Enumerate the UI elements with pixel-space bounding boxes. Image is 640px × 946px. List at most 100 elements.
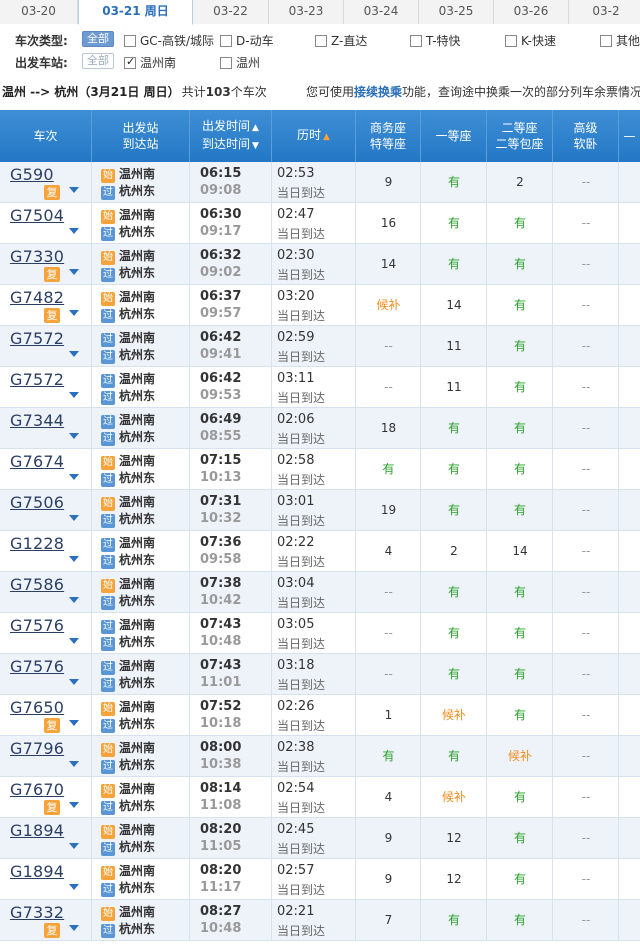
expand-caret-icon[interactable] [69,884,79,890]
type-option-k[interactable]: K-快速 [505,32,556,48]
station-option-wenzhou[interactable]: 温州 [220,54,260,70]
expand-caret-icon[interactable] [69,597,79,603]
first-class-seat: 有 [447,175,460,189]
duration: 02:26 [277,699,315,714]
checkbox[interactable] [124,35,136,47]
tab-date-0320[interactable]: 03-20 [0,0,78,24]
train-number-link[interactable]: G1894 [10,821,64,840]
expand-caret-icon[interactable] [69,843,79,849]
train-number-link[interactable]: G7670 [10,780,64,799]
expand-caret-icon[interactable] [69,351,79,357]
train-number-link[interactable]: G7572 [10,329,64,348]
departure-station: 过温州南 [101,617,161,634]
expand-caret-icon[interactable] [69,761,79,767]
arrival-station: 过杭州东 [101,347,161,364]
train-number-link[interactable]: G7576 [10,616,64,635]
tab-date-0322[interactable]: 03-22 [193,0,269,24]
train-number-link[interactable]: G7330 [10,247,64,266]
checkbox[interactable] [220,57,232,69]
type-option-t[interactable]: T-特快 [410,32,461,48]
expand-caret-icon[interactable] [69,392,79,398]
arrival-day: 当日到达 [277,186,326,200]
col-second-top: 二等座 [501,121,538,135]
business-seat: 有 [382,462,395,476]
expand-caret-icon[interactable] [69,638,79,644]
departure-station: 始温州南 [101,904,161,921]
type-option-d[interactable]: D-动车 [220,32,274,48]
reissue-badge: 复 [44,308,60,323]
cell-divider [619,859,640,899]
checkbox[interactable] [410,35,422,47]
pass-badge: 过 [101,333,115,347]
train-number-link[interactable]: G7796 [10,739,64,758]
arrival-station-name: 杭州东 [119,225,156,239]
train-number-link[interactable]: G1228 [10,534,64,553]
sort-up-icon[interactable]: ▲ [323,132,330,142]
type-option-gc[interactable]: GC-高铁/城际 [124,32,214,48]
departure-time: 06:42 [200,371,242,386]
tab-date-0321[interactable]: 03-21 周日 [78,0,193,25]
expand-caret-icon[interactable] [69,474,79,480]
expand-caret-icon[interactable] [69,269,79,275]
soft-sleeper-seat: -- [581,913,591,927]
departure-station-name: 温州南 [119,700,156,714]
table-row: G1894 始温州南过杭州东 08:20 11:17 02:57 当日到达 9 12 有 -- [0,859,640,900]
expand-caret-icon[interactable] [69,515,79,521]
train-type-all-button[interactable]: 全部 [82,31,114,47]
departure-station: 始温州南 [101,289,161,306]
sort-down-icon[interactable]: ▼ [252,141,259,151]
expand-caret-icon[interactable] [69,802,79,808]
checkbox[interactable] [600,35,612,47]
sort-up-icon[interactable]: ▲ [252,123,259,133]
station-option-wenzhounan[interactable]: 温州南 [124,54,176,70]
expand-caret-icon[interactable] [69,925,79,931]
station-all-button[interactable]: 全部 [82,53,114,69]
train-number-link[interactable]: G7344 [10,411,64,430]
train-number-link[interactable]: G7586 [10,575,64,594]
train-number-link[interactable]: G590 [10,165,54,184]
col-time[interactable]: 出发时间 ▲ 到达时间 ▼ [190,110,272,162]
expand-caret-icon[interactable] [69,720,79,726]
transfer-link[interactable]: 接续换乘 [354,85,402,99]
train-number-link[interactable]: G7504 [10,206,64,225]
expand-caret-icon[interactable] [69,679,79,685]
expand-caret-icon[interactable] [69,556,79,562]
expand-caret-icon[interactable] [69,187,79,193]
tab-date-0327[interactable]: 03-2 [569,0,640,24]
table-header: 车次 出发站 到达站 出发时间 ▲ 到达时间 ▼ 历时 ▲ 商务座 特等座 一等座 二等座二… [0,110,640,162]
option-label: Z-直达 [331,34,368,48]
table-row: G7576 过温州南过杭州东 07:43 11:01 03:18 当日到达 -- 有 有 -- [0,654,640,695]
table-row: G7344 过温州南过杭州东 06:49 08:55 02:06 当日到达 18 有 有 -- [0,408,640,449]
pass-badge: 过 [101,415,115,429]
expand-caret-icon[interactable] [69,228,79,234]
train-number-link[interactable]: G7572 [10,370,64,389]
type-option-other[interactable]: 其他 [600,32,640,48]
train-number-link[interactable]: G1894 [10,862,64,881]
arrival-day: 当日到达 [277,309,326,323]
train-number-link[interactable]: G7674 [10,452,64,471]
tab-date-0326[interactable]: 03-26 [494,0,569,24]
tab-date-0324[interactable]: 03-24 [344,0,419,24]
checkbox[interactable] [315,35,327,47]
train-number-link[interactable]: G7576 [10,657,64,676]
train-number-link[interactable]: G7650 [10,698,64,717]
pass-badge: 过 [101,374,115,388]
tab-date-0325[interactable]: 03-25 [419,0,494,24]
expand-caret-icon[interactable] [69,433,79,439]
train-number-link[interactable]: G7506 [10,493,64,512]
col-duration[interactable]: 历时 ▲ [272,110,356,162]
checkbox[interactable] [505,35,517,47]
train-number-link[interactable]: G7482 [10,288,64,307]
checkbox[interactable] [220,35,232,47]
departure-station: 过温州南 [101,412,161,429]
tab-date-0323[interactable]: 03-23 [269,0,344,24]
train-number-link[interactable]: G7332 [10,903,64,922]
arrival-day: 当日到达 [277,473,326,487]
first-class-seat: 14 [446,298,462,312]
departure-station-name: 温州南 [119,290,156,304]
checkbox[interactable] [124,55,136,69]
pass-badge: 过 [101,883,115,897]
departure-station: 始温州南 [101,494,161,511]
type-option-z[interactable]: Z-直达 [315,32,367,48]
expand-caret-icon[interactable] [69,310,79,316]
